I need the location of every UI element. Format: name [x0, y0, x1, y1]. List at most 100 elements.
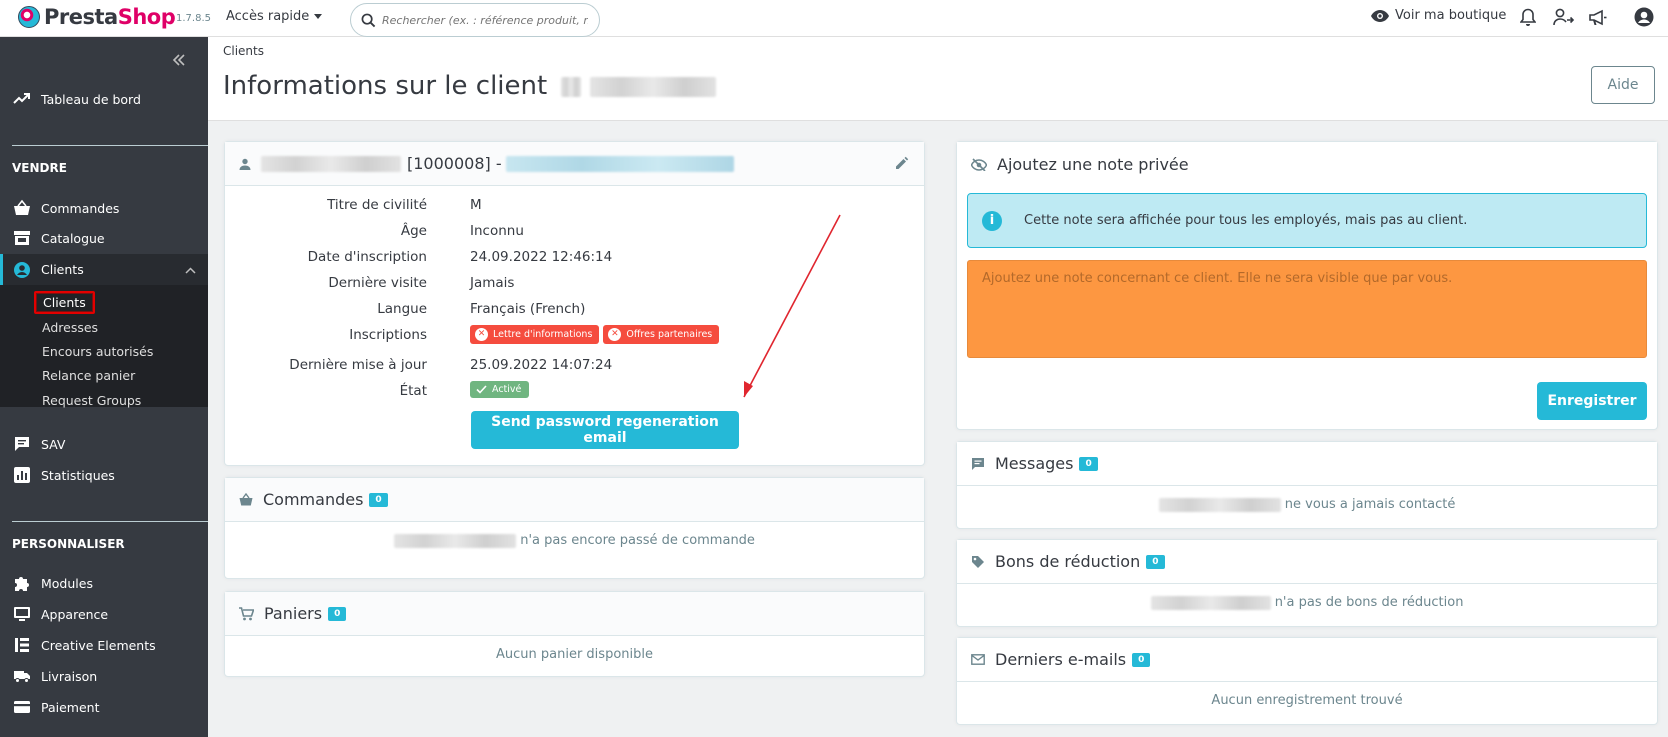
quick-access-label: Accès rapide — [226, 9, 310, 24]
breadcrumb[interactable]: Clients — [223, 44, 264, 58]
newsletter-tag[interactable]: ✕ Lettre d'informations — [470, 324, 600, 344]
bell-icon[interactable] — [1520, 8, 1536, 27]
sidebar-item-dashboard[interactable]: Tableau de bord — [0, 84, 208, 114]
orders-card: Commandes 0 n'a pas encore passé de comma… — [224, 477, 925, 579]
sidebar-item-label: Statistiques — [41, 467, 115, 483]
orders-card-header: Commandes 0 — [225, 478, 924, 522]
top-header: PrestaShop 1.7.8.5 Accès rapide Voir ma … — [0, 0, 1668, 37]
row-value: Jamais — [470, 275, 515, 291]
sidebar-item-modules[interactable]: Modules — [0, 568, 208, 598]
row-value: 25.09.2022 14:07:24 — [470, 357, 613, 373]
status-badge[interactable]: Activé — [470, 381, 530, 398]
sidebar-item-label: Catalogue — [41, 230, 105, 246]
sidebar-item-shipping[interactable]: Livraison — [0, 661, 208, 691]
sidebar-item-label: Creative Elements — [41, 637, 156, 653]
annotation-arrow — [743, 214, 841, 398]
check-icon — [476, 385, 487, 394]
vouchers-empty-message: n'a pas de bons de réduction — [957, 584, 1657, 610]
partner-offers-tag[interactable]: ✕ Offres partenaires — [603, 324, 720, 344]
vouchers-card-header: Bons de réduction 0 — [957, 540, 1657, 584]
sidebar-item-sav[interactable]: SAV — [0, 429, 208, 459]
row-label: Langue — [377, 301, 427, 317]
card-title: Messages — [995, 454, 1074, 473]
view-shop-link[interactable]: Voir ma boutique — [1371, 8, 1506, 23]
send-password-regeneration-button[interactable]: Send password regeneration email — [471, 411, 739, 449]
search-box[interactable] — [350, 3, 600, 37]
redacted-customer-name — [589, 76, 716, 97]
customers-submenu: Clients Adresses Encours autorisés Relan… — [0, 285, 208, 408]
private-note-textarea[interactable] — [967, 260, 1647, 358]
redacted-customer-email[interactable] — [505, 155, 734, 172]
sidebar-item-orders[interactable]: Commandes — [0, 193, 208, 223]
search-input[interactable] — [382, 13, 588, 27]
sidebar-item-label: Modules — [41, 575, 93, 591]
search-icon — [361, 13, 376, 27]
message-icon — [972, 458, 984, 470]
sidebar-item-creative-elements[interactable]: Creative Elements — [0, 630, 208, 660]
submenu-item-customers[interactable]: Clients — [34, 291, 95, 314]
close-circle-icon: ✕ — [475, 327, 488, 341]
top-right-actions: Voir ma boutique — [1371, 8, 1506, 23]
sidebar-item-catalog[interactable]: Catalogue — [0, 223, 208, 253]
customer-notification-icon[interactable] — [1553, 8, 1575, 27]
count-badge: 0 — [1079, 456, 1098, 471]
status-label: Activé — [492, 384, 522, 395]
version-label: 1.7.8.5 — [176, 13, 211, 24]
store-icon — [14, 231, 30, 245]
submenu-item-request-groups[interactable]: Request Groups — [42, 393, 141, 408]
vouchers-card: Bons de réduction 0 n'a pas de bons de ré… — [956, 539, 1658, 627]
sidebar-item-label: Livraison — [41, 668, 98, 684]
sidebar-section-sell: VENDRE — [12, 161, 67, 175]
eye-off-icon — [971, 157, 987, 171]
customer-id: [1000008] - — [407, 154, 502, 173]
edit-pencil-icon[interactable] — [895, 156, 909, 170]
mail-icon — [971, 654, 985, 665]
save-note-button[interactable]: Enregistrer — [1537, 382, 1647, 420]
row-value: Français (French) — [470, 301, 586, 317]
sidebar-divider — [12, 521, 208, 522]
redacted-customer-name — [261, 155, 401, 172]
row-label: Dernière mise à jour — [289, 357, 427, 373]
card-title: Bons de réduction — [995, 552, 1141, 571]
page-header: Clients Informations sur le client Aide — [208, 37, 1668, 121]
page-title-text: Informations sur le client — [223, 71, 548, 101]
sidebar-item-stats[interactable]: Statistiques — [0, 460, 208, 490]
messages-card-header: Messages 0 — [957, 442, 1657, 486]
tag-label: Lettre d'informations — [493, 328, 593, 340]
tag-label: Offres partenaires — [626, 328, 713, 340]
submenu-item-cart-reminder[interactable]: Relance panier — [42, 368, 135, 383]
tag-icon — [972, 555, 984, 568]
help-button[interactable]: Aide — [1591, 66, 1655, 104]
info-icon: i — [982, 210, 1002, 231]
brand-name: PrestaShop — [44, 5, 176, 29]
close-circle-icon: ✕ — [608, 327, 622, 341]
count-badge: 0 — [1146, 554, 1165, 569]
sidebar-item-label: Tableau de bord — [41, 91, 141, 107]
row-label: Titre de civilité — [327, 197, 427, 213]
collapse-sidebar-icon[interactable] — [172, 51, 186, 70]
count-badge: 0 — [1132, 652, 1151, 667]
sidebar-section-customize: PERSONNALISER — [12, 537, 125, 551]
submenu-item-addresses[interactable]: Adresses — [42, 320, 98, 335]
sidebar-item-payment[interactable]: Paiement — [0, 692, 208, 722]
sidebar-item-label: Clients — [41, 262, 84, 277]
redacted-customer-name — [394, 533, 517, 548]
sidebar-divider — [12, 145, 208, 146]
quick-access-dropdown[interactable]: Accès rapide — [226, 9, 323, 24]
account-icon[interactable] — [1634, 7, 1654, 27]
megaphone-icon[interactable] — [1589, 9, 1607, 26]
chevron-up-icon — [185, 263, 196, 277]
row-value: Inconnu — [470, 223, 524, 239]
prestashop-logo[interactable]: PrestaShop — [18, 5, 176, 29]
note-info-alert: i Cette note sera affichée pour tous les… — [967, 193, 1647, 248]
sidebar-item-customers[interactable]: Clients — [0, 254, 208, 285]
chart-icon — [14, 467, 30, 483]
sidebar-item-appearance[interactable]: Apparence — [0, 599, 208, 629]
submenu-item-outstanding[interactable]: Encours autorisés — [42, 344, 153, 359]
emails-card: Derniers e-mails 0 Aucun enregistrement t… — [956, 637, 1658, 725]
basket-icon — [239, 493, 253, 506]
chat-icon — [15, 437, 29, 451]
row-label: Date d'inscription — [307, 249, 427, 265]
card-title: Paniers — [264, 604, 323, 623]
basket-icon — [14, 199, 30, 215]
